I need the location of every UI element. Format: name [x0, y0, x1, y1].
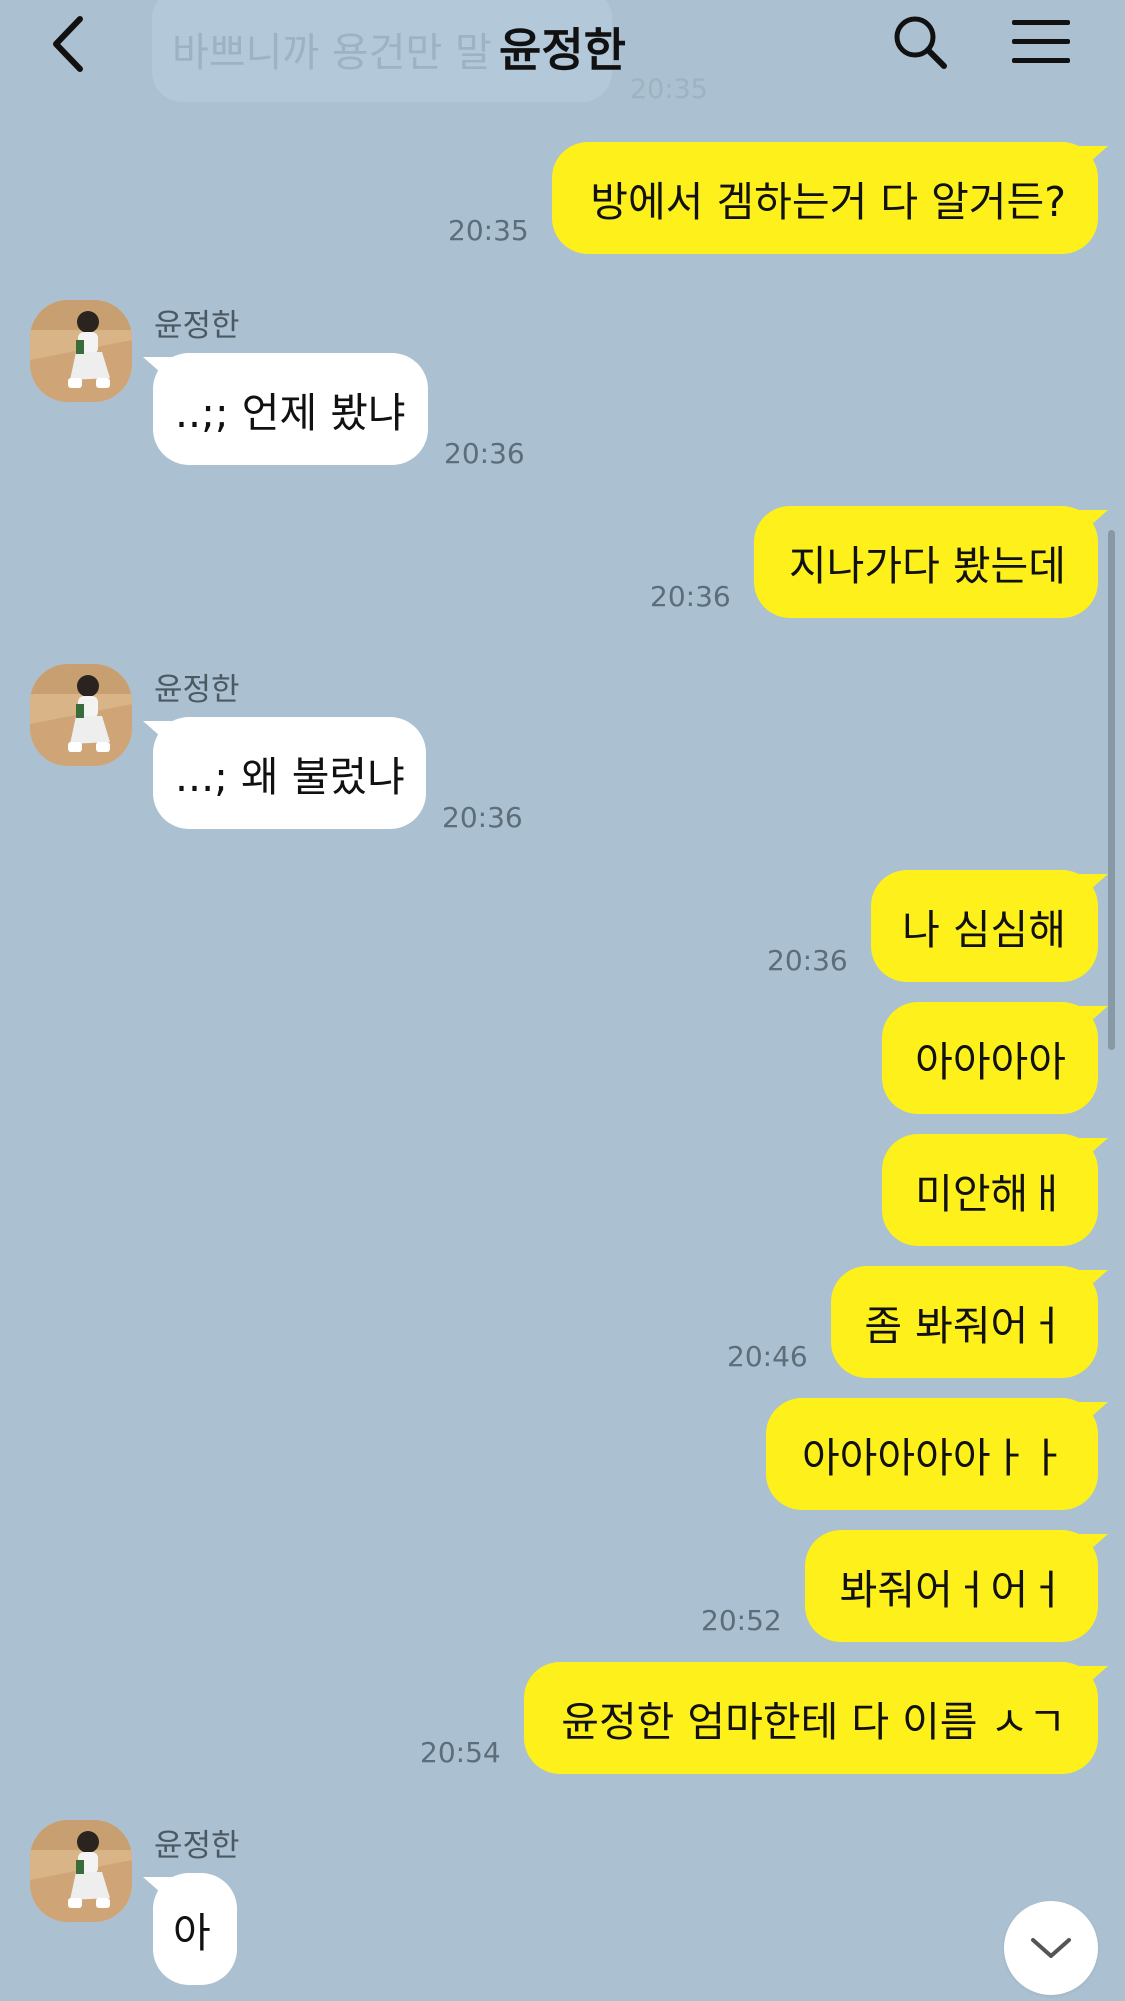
message-text: 아아아아아ㅏㅏ [801, 1434, 1066, 1482]
avatar-photo [30, 1820, 132, 1922]
avatar-photo [30, 664, 132, 766]
message-text: 방에서 겜하는거 다 알거든? [590, 178, 1066, 226]
message-text: 미안해ㅐ [915, 1170, 1066, 1218]
my-message-bubble[interactable]: 나 심심해 [871, 870, 1098, 982]
chevron-down-icon [1031, 1938, 1071, 1958]
avatar[interactable] [30, 664, 132, 766]
message-text: 아 [173, 1909, 211, 1957]
message-time: 20:46 [727, 1340, 808, 1373]
menu-button[interactable] [1006, 10, 1076, 74]
their-message-bubble[interactable]: ...; 왜 불렀냐 [153, 717, 426, 829]
search-icon [894, 16, 947, 69]
scrollbar[interactable] [1108, 530, 1115, 1050]
sender-name: 윤정한 [154, 308, 240, 344]
message-time: 20:35 [448, 214, 529, 247]
scroll-to-bottom-button[interactable] [1004, 1901, 1098, 1995]
message-text: 나 심심해 [902, 906, 1066, 954]
chat-header: 윤정한 [0, 0, 1125, 100]
their-message-bubble[interactable]: 아 [153, 1873, 237, 1985]
avatar[interactable] [30, 300, 132, 402]
message-text: 지나가다 봤는데 [788, 542, 1066, 590]
message-text: 아아아아 [915, 1038, 1066, 1086]
hamburger-menu-icon [1012, 20, 1070, 63]
sender-name: 윤정한 [154, 1828, 240, 1864]
sender-name: 윤정한 [154, 672, 240, 708]
my-message-bubble[interactable]: 아아아아 [882, 1002, 1098, 1114]
chat-title: 윤정한 [499, 23, 626, 77]
message-time: 20:52 [701, 1604, 782, 1637]
avatar-photo [30, 300, 132, 402]
my-message-bubble[interactable]: 윤정한 엄마한테 다 이름 ㅅㄱ [524, 1662, 1098, 1774]
my-message-bubble[interactable]: 봐줘어ㅓ어ㅓ [805, 1530, 1098, 1642]
my-message-bubble[interactable]: 좀 봐줘어ㅓ [831, 1266, 1098, 1378]
message-text: ..;; 언제 봤냐 [175, 389, 406, 437]
my-message-bubble[interactable]: 지나가다 봤는데 [754, 506, 1098, 618]
message-time: 20:36 [442, 801, 523, 834]
message-time: 20:36 [767, 944, 848, 977]
my-message-bubble[interactable]: 미안해ㅐ [882, 1134, 1098, 1246]
message-time: 20:36 [444, 437, 525, 470]
message-text: ...; 왜 불렀냐 [175, 753, 405, 801]
search-button[interactable] [888, 10, 952, 74]
message-time: 20:54 [420, 1736, 501, 1769]
my-message-bubble[interactable]: 방에서 겜하는거 다 알거든? [552, 142, 1098, 254]
message-text: 윤정한 엄마한테 다 이름 ㅅㄱ [561, 1698, 1066, 1746]
chat-area[interactable]: 바쁘니까 용건만 말 20:35 방에서 겜하는거 다 알거든? 20:35 윤… [0, 0, 1125, 2001]
message-time: 20:36 [650, 580, 731, 613]
message-text: 좀 봐줘어ㅓ [864, 1302, 1066, 1350]
my-message-bubble[interactable]: 아아아아아ㅏㅏ [766, 1398, 1098, 1510]
message-text: 봐줘어ㅓ어ㅓ [839, 1566, 1066, 1614]
their-message-bubble[interactable]: ..;; 언제 봤냐 [153, 353, 428, 465]
avatar[interactable] [30, 1820, 132, 1922]
